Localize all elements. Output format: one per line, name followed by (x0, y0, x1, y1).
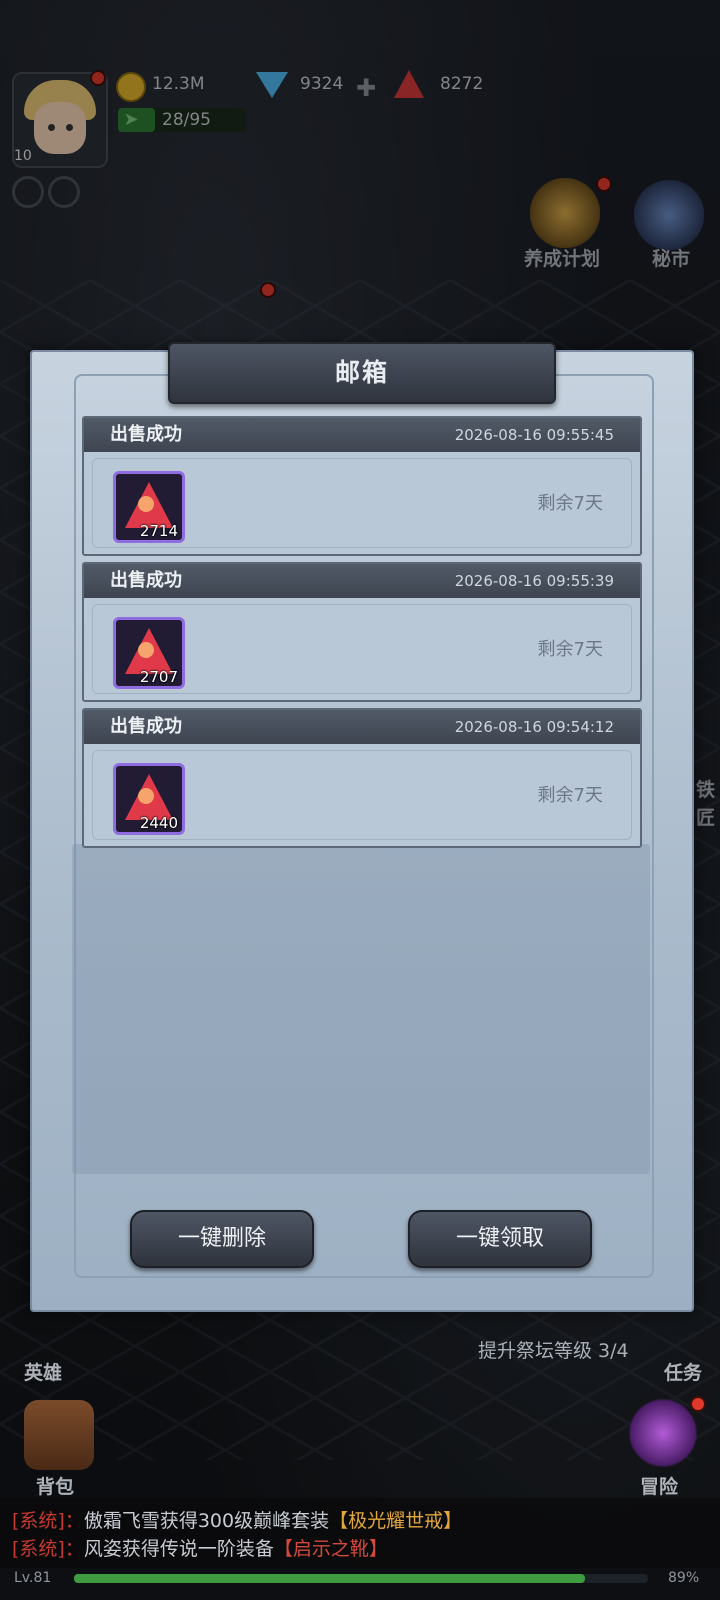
quest-label[interactable]: 任务 (664, 1358, 702, 1385)
ruby-reward-item[interactable]: 2714 (113, 471, 185, 543)
player-level-footer: Lv.81 (14, 1570, 52, 1586)
bag-label[interactable]: 背包 (36, 1472, 74, 1499)
mail-list-empty-area (72, 844, 650, 1174)
chat-separator: ： (64, 1510, 84, 1532)
gem-shine (138, 642, 154, 658)
mailbox-title: 邮箱 (334, 358, 389, 387)
item-count: 2707 (139, 668, 178, 686)
ruby-reward-item[interactable]: 2707 (113, 617, 185, 689)
chat-item-name: 【启示之靴】 (273, 1538, 388, 1560)
gem-shine (138, 496, 154, 512)
mail-body: 2714 剩余7天 (92, 458, 632, 548)
system-tag: [系统] (12, 1538, 65, 1560)
delete-all-button[interactable]: 一键删除 (130, 1210, 314, 1268)
item-count: 2714 (139, 522, 178, 540)
gem-shine (138, 788, 154, 804)
chat-message: 风姿获得传说一阶装备 (83, 1538, 274, 1560)
mail-title: 出售成功 (110, 424, 182, 445)
exp-footer (0, 1568, 720, 1600)
system-tag: [系统] (12, 1510, 65, 1532)
exp-fill (74, 1574, 585, 1583)
mail-item[interactable]: 出售成功 2026-08-16 09:54:12 2440 剩余7天 (82, 708, 642, 848)
exp-percent: 89% (668, 1570, 700, 1586)
mail-timestamp: 2026-08-16 09:55:45 (454, 426, 614, 444)
mail-header: 出售成功 2026-08-16 09:54:12 (84, 710, 640, 744)
backpack-icon[interactable] (24, 1400, 94, 1470)
adventure-label[interactable]: 冒险 (640, 1472, 678, 1499)
mail-title: 出售成功 (110, 570, 182, 591)
mail-item[interactable]: 出售成功 2026-08-16 09:55:45 2714 剩余7天 (82, 416, 642, 556)
mail-title: 出售成功 (110, 716, 182, 737)
system-chat[interactable]: [系统]：傲霜飞雪获得300级巅峰套装【极光耀世戒】 [系统]：风姿获得传说一阶… (0, 1498, 720, 1568)
exp-bar (74, 1574, 648, 1583)
quest-progress[interactable]: 提升祭坛等级 3/4 (478, 1336, 629, 1363)
chat-item-name: 【极光耀世戒】 (329, 1510, 463, 1532)
claim-all-button[interactable]: 一键领取 (408, 1210, 592, 1268)
ruby-reward-item[interactable]: 2440 (113, 763, 185, 835)
mail-expiry: 剩余7天 (537, 785, 603, 806)
mail-header: 出售成功 2026-08-16 09:55:39 (84, 564, 640, 598)
mailbox-title-banner: 邮箱 (168, 342, 556, 404)
mail-timestamp: 2026-08-16 09:55:39 (454, 572, 614, 590)
chat-line: [系统]：风姿获得传说一阶装备【启示之靴】 (12, 1534, 388, 1561)
mail-timestamp: 2026-08-16 09:54:12 (454, 718, 614, 736)
adventure-portal-icon[interactable] (628, 1398, 698, 1468)
chat-line: [系统]：傲霜飞雪获得300级巅峰套装【极光耀世戒】 (12, 1506, 462, 1533)
mail-header: 出售成功 2026-08-16 09:55:45 (84, 418, 640, 452)
mail-expiry: 剩余7天 (537, 493, 603, 514)
notification-dot (692, 1398, 704, 1410)
item-count: 2440 (139, 814, 178, 832)
chat-separator: ： (64, 1538, 84, 1560)
hero-label[interactable]: 英雄 (24, 1358, 62, 1385)
mail-expiry: 剩余7天 (537, 639, 603, 660)
chat-message: 傲霜飞雪获得300级巅峰套装 (83, 1510, 330, 1532)
mail-body: 2707 剩余7天 (92, 604, 632, 694)
mail-body: 2440 剩余7天 (92, 750, 632, 840)
mail-item[interactable]: 出售成功 2026-08-16 09:55:39 2707 剩余7天 (82, 562, 642, 702)
